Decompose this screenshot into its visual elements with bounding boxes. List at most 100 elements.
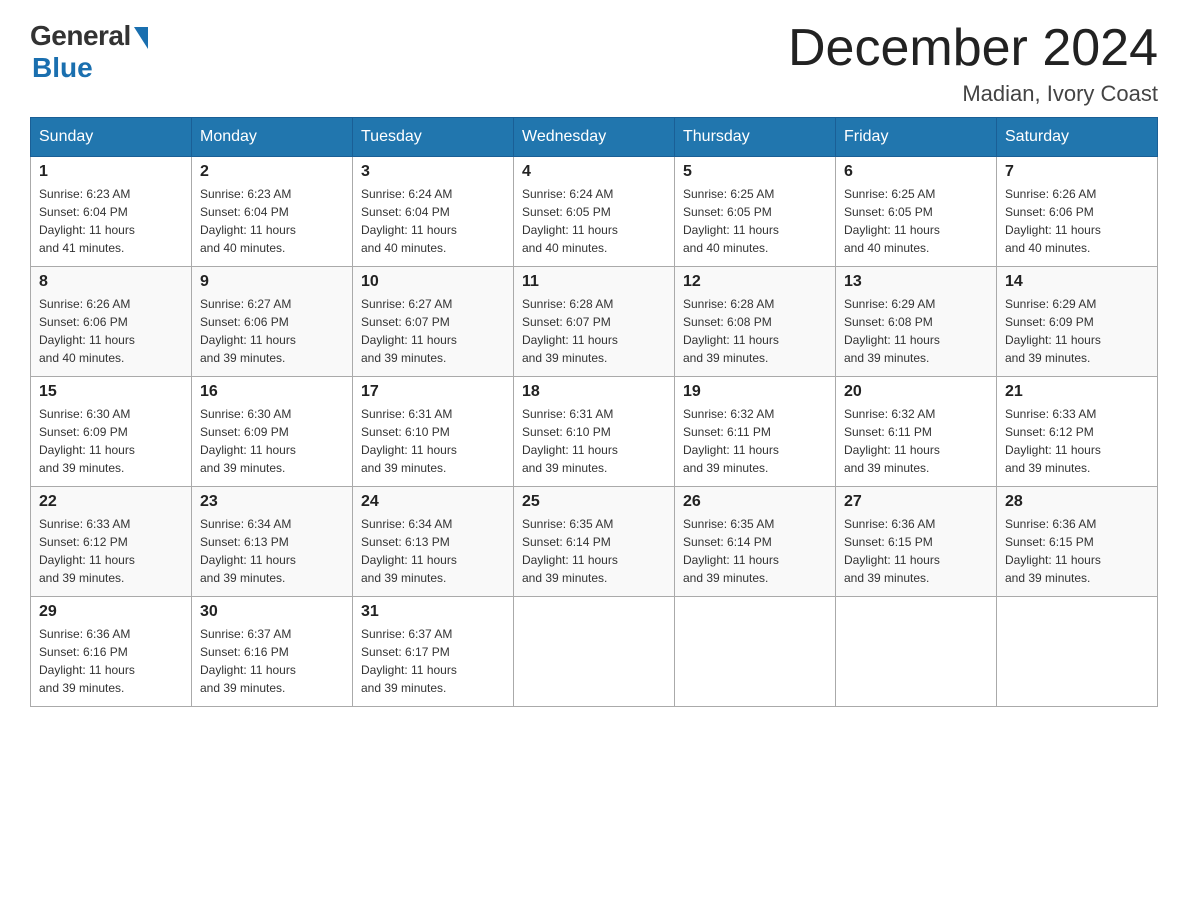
day-number: 7 — [1005, 163, 1149, 181]
day-info: Sunrise: 6:34 AMSunset: 6:13 PMDaylight:… — [200, 515, 344, 587]
day-number: 6 — [844, 163, 988, 181]
day-number: 4 — [522, 163, 666, 181]
day-info: Sunrise: 6:31 AMSunset: 6:10 PMDaylight:… — [361, 405, 505, 477]
logo-blue-text: Blue — [32, 52, 93, 84]
day-number: 15 — [39, 383, 183, 401]
day-number: 21 — [1005, 383, 1149, 401]
calendar-cell: 22 Sunrise: 6:33 AMSunset: 6:12 PMDayligh… — [31, 487, 192, 597]
day-info: Sunrise: 6:33 AMSunset: 6:12 PMDaylight:… — [1005, 405, 1149, 477]
calendar-cell: 8 Sunrise: 6:26 AMSunset: 6:06 PMDaylight… — [31, 267, 192, 377]
day-info: Sunrise: 6:36 AMSunset: 6:16 PMDaylight:… — [39, 625, 183, 697]
calendar-cell: 31 Sunrise: 6:37 AMSunset: 6:17 PMDayligh… — [353, 597, 514, 707]
day-number: 25 — [522, 493, 666, 511]
calendar-cell: 21 Sunrise: 6:33 AMSunset: 6:12 PMDayligh… — [997, 377, 1158, 487]
calendar-cell: 2 Sunrise: 6:23 AMSunset: 6:04 PMDaylight… — [192, 157, 353, 267]
day-number: 14 — [1005, 273, 1149, 291]
calendar-cell: 15 Sunrise: 6:30 AMSunset: 6:09 PMDayligh… — [31, 377, 192, 487]
calendar-cell: 7 Sunrise: 6:26 AMSunset: 6:06 PMDaylight… — [997, 157, 1158, 267]
day-info: Sunrise: 6:33 AMSunset: 6:12 PMDaylight:… — [39, 515, 183, 587]
day-info: Sunrise: 6:26 AMSunset: 6:06 PMDaylight:… — [39, 295, 183, 367]
calendar-cell — [675, 597, 836, 707]
calendar-cell: 24Sunrise: 6:34 AMSunset: 6:13 PMDayligh… — [353, 487, 514, 597]
week-row-3: 15 Sunrise: 6:30 AMSunset: 6:09 PMDayligh… — [31, 377, 1158, 487]
day-number: 2 — [200, 163, 344, 181]
day-number: 1 — [39, 163, 183, 181]
day-info: Sunrise: 6:30 AMSunset: 6:09 PMDaylight:… — [39, 405, 183, 477]
col-header-thursday: Thursday — [675, 118, 836, 157]
calendar-cell: 12Sunrise: 6:28 AMSunset: 6:08 PMDayligh… — [675, 267, 836, 377]
day-number: 3 — [361, 163, 505, 181]
day-number: 8 — [39, 273, 183, 291]
day-number: 23 — [200, 493, 344, 511]
title-block: December 2024 Madian, Ivory Coast — [788, 20, 1158, 107]
calendar-cell: 9 Sunrise: 6:27 AMSunset: 6:06 PMDaylight… — [192, 267, 353, 377]
day-info: Sunrise: 6:25 AMSunset: 6:05 PMDaylight:… — [844, 185, 988, 257]
day-number: 12 — [683, 273, 827, 291]
day-number: 22 — [39, 493, 183, 511]
calendar-cell: 19Sunrise: 6:32 AMSunset: 6:11 PMDayligh… — [675, 377, 836, 487]
day-number: 10 — [361, 273, 505, 291]
logo-general-text: General — [30, 20, 131, 52]
calendar-cell — [514, 597, 675, 707]
calendar-cell: 26 Sunrise: 6:35 AMSunset: 6:14 PMDayligh… — [675, 487, 836, 597]
day-info: Sunrise: 6:35 AMSunset: 6:14 PMDaylight:… — [522, 515, 666, 587]
col-header-tuesday: Tuesday — [353, 118, 514, 157]
calendar-cell: 17 Sunrise: 6:31 AMSunset: 6:10 PMDayligh… — [353, 377, 514, 487]
day-info: Sunrise: 6:23 AMSunset: 6:04 PMDaylight:… — [39, 185, 183, 257]
day-info: Sunrise: 6:32 AMSunset: 6:11 PMDaylight:… — [683, 405, 827, 477]
week-row-2: 8 Sunrise: 6:26 AMSunset: 6:06 PMDaylight… — [31, 267, 1158, 377]
calendar-cell: 20 Sunrise: 6:32 AMSunset: 6:11 PMDayligh… — [836, 377, 997, 487]
day-number: 30 — [200, 603, 344, 621]
calendar-cell: 3 Sunrise: 6:24 AMSunset: 6:04 PMDaylight… — [353, 157, 514, 267]
week-row-4: 22 Sunrise: 6:33 AMSunset: 6:12 PMDayligh… — [31, 487, 1158, 597]
calendar-cell: 4 Sunrise: 6:24 AMSunset: 6:05 PMDaylight… — [514, 157, 675, 267]
day-number: 31 — [361, 603, 505, 621]
day-info: Sunrise: 6:36 AMSunset: 6:15 PMDaylight:… — [1005, 515, 1149, 587]
day-info: Sunrise: 6:29 AMSunset: 6:08 PMDaylight:… — [844, 295, 988, 367]
day-info: Sunrise: 6:35 AMSunset: 6:14 PMDaylight:… — [683, 515, 827, 587]
day-number: 26 — [683, 493, 827, 511]
day-info: Sunrise: 6:26 AMSunset: 6:06 PMDaylight:… — [1005, 185, 1149, 257]
day-number: 5 — [683, 163, 827, 181]
day-info: Sunrise: 6:30 AMSunset: 6:09 PMDaylight:… — [200, 405, 344, 477]
calendar-cell: 10 Sunrise: 6:27 AMSunset: 6:07 PMDayligh… — [353, 267, 514, 377]
calendar-cell: 30Sunrise: 6:37 AMSunset: 6:16 PMDayligh… — [192, 597, 353, 707]
calendar-cell: 13 Sunrise: 6:29 AMSunset: 6:08 PMDayligh… — [836, 267, 997, 377]
calendar-cell — [836, 597, 997, 707]
calendar-cell: 28 Sunrise: 6:36 AMSunset: 6:15 PMDayligh… — [997, 487, 1158, 597]
calendar-cell: 18 Sunrise: 6:31 AMSunset: 6:10 PMDayligh… — [514, 377, 675, 487]
day-number: 13 — [844, 273, 988, 291]
day-info: Sunrise: 6:31 AMSunset: 6:10 PMDaylight:… — [522, 405, 666, 477]
day-info: Sunrise: 6:36 AMSunset: 6:15 PMDaylight:… — [844, 515, 988, 587]
calendar-cell: 25 Sunrise: 6:35 AMSunset: 6:14 PMDayligh… — [514, 487, 675, 597]
col-header-wednesday: Wednesday — [514, 118, 675, 157]
day-info: Sunrise: 6:27 AMSunset: 6:06 PMDaylight:… — [200, 295, 344, 367]
day-number: 27 — [844, 493, 988, 511]
day-number: 17 — [361, 383, 505, 401]
day-number: 18 — [522, 383, 666, 401]
col-header-monday: Monday — [192, 118, 353, 157]
day-info: Sunrise: 6:25 AMSunset: 6:05 PMDaylight:… — [683, 185, 827, 257]
day-number: 28 — [1005, 493, 1149, 511]
calendar-cell: 1 Sunrise: 6:23 AMSunset: 6:04 PMDaylight… — [31, 157, 192, 267]
day-info: Sunrise: 6:34 AMSunset: 6:13 PMDaylight:… — [361, 515, 505, 587]
week-row-1: 1 Sunrise: 6:23 AMSunset: 6:04 PMDaylight… — [31, 157, 1158, 267]
calendar-cell — [997, 597, 1158, 707]
col-header-sunday: Sunday — [31, 118, 192, 157]
col-header-friday: Friday — [836, 118, 997, 157]
day-number: 20 — [844, 383, 988, 401]
day-info: Sunrise: 6:27 AMSunset: 6:07 PMDaylight:… — [361, 295, 505, 367]
day-number: 11 — [522, 273, 666, 291]
calendar-cell: 16Sunrise: 6:30 AMSunset: 6:09 PMDayligh… — [192, 377, 353, 487]
day-info: Sunrise: 6:37 AMSunset: 6:17 PMDaylight:… — [361, 625, 505, 697]
calendar-cell: 23 Sunrise: 6:34 AMSunset: 6:13 PMDayligh… — [192, 487, 353, 597]
calendar-table: SundayMondayTuesdayWednesdayThursdayFrid… — [30, 117, 1158, 707]
calendar-cell: 11Sunrise: 6:28 AMSunset: 6:07 PMDayligh… — [514, 267, 675, 377]
day-info: Sunrise: 6:24 AMSunset: 6:04 PMDaylight:… — [361, 185, 505, 257]
calendar-header-row: SundayMondayTuesdayWednesdayThursdayFrid… — [31, 118, 1158, 157]
day-info: Sunrise: 6:24 AMSunset: 6:05 PMDaylight:… — [522, 185, 666, 257]
day-number: 9 — [200, 273, 344, 291]
day-info: Sunrise: 6:23 AMSunset: 6:04 PMDaylight:… — [200, 185, 344, 257]
logo: General Blue — [30, 20, 148, 84]
day-info: Sunrise: 6:32 AMSunset: 6:11 PMDaylight:… — [844, 405, 988, 477]
